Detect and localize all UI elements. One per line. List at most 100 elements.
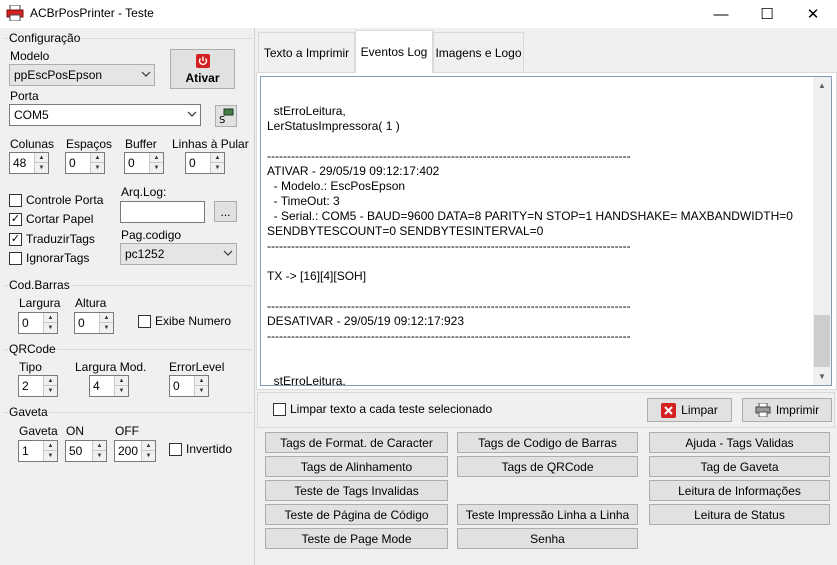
- pagcodigo-select[interactable]: pc1252: [120, 243, 237, 265]
- spin-up-icon[interactable]: ▲: [142, 441, 155, 451]
- porta-select[interactable]: COM5: [9, 104, 201, 126]
- tab-texto-imprimir[interactable]: Texto a Imprimir: [258, 32, 355, 72]
- colunas-spin[interactable]: 48 ▲ ▼: [9, 152, 49, 174]
- spin-up-icon[interactable]: ▲: [93, 441, 106, 451]
- spin-down-icon[interactable]: ▼: [93, 451, 106, 461]
- svg-text:S: S: [219, 115, 225, 124]
- spin-down-icon[interactable]: ▼: [150, 163, 163, 173]
- tags-alinhamento-button[interactable]: Tags de Alinhamento: [265, 456, 448, 477]
- ativar-button[interactable]: Ativar: [170, 49, 235, 89]
- teste-tags-invalidas-button[interactable]: Teste de Tags Invalidas: [265, 480, 448, 501]
- spin-down-icon[interactable]: ▼: [44, 323, 57, 333]
- limpar-cada-checkbox[interactable]: Limpar texto a cada teste selecionado: [273, 402, 492, 416]
- teste-page-mode-button[interactable]: Teste de Page Mode: [265, 528, 448, 549]
- tipo-label: Tipo: [19, 360, 42, 374]
- ajuda-tags-validas-button[interactable]: Ajuda - Tags Validas: [649, 432, 830, 453]
- spin-up-icon[interactable]: ▲: [211, 153, 224, 163]
- ignorar-tags-checkbox[interactable]: IgnorarTags: [9, 251, 89, 265]
- spin-down-icon[interactable]: ▼: [35, 163, 48, 173]
- leitura-status-button[interactable]: Leitura de Status: [649, 504, 830, 525]
- tab-imagens-logo[interactable]: Imagens e Logo: [433, 32, 524, 72]
- spin-down-icon[interactable]: ▼: [100, 323, 113, 333]
- scroll-up-icon[interactable]: ▲: [813, 77, 831, 94]
- error-level-spin[interactable]: 0 ▲ ▼: [169, 375, 209, 397]
- cortar-papel-checkbox[interactable]: ✓ Cortar Papel: [9, 212, 93, 226]
- minimize-button[interactable]: —: [698, 0, 744, 28]
- serial-config-button[interactable]: S: [215, 105, 237, 127]
- tags-format-caracter-button[interactable]: Tags de Format. de Caracter: [265, 432, 448, 453]
- log-scrollbar[interactable]: ▲ ▼: [813, 77, 831, 385]
- leitura-informacoes-button[interactable]: Leitura de Informações: [649, 480, 830, 501]
- tag-gaveta-button[interactable]: Tag de Gaveta: [649, 456, 830, 477]
- checkbox-box[interactable]: [9, 193, 22, 207]
- gaveta-spin[interactable]: 1 ▲ ▼: [18, 440, 58, 462]
- spin-up-icon[interactable]: ▲: [150, 153, 163, 163]
- exibe-numero-label: Exibe Numero: [155, 314, 232, 328]
- spin-down-icon[interactable]: ▼: [91, 163, 104, 173]
- config-group-label: Configuração: [8, 31, 82, 45]
- spin-down-icon[interactable]: ▼: [115, 386, 128, 396]
- checkbox-box[interactable]: [138, 314, 151, 328]
- checkbox-box[interactable]: ✓: [9, 212, 22, 226]
- spin-down-icon[interactable]: ▼: [195, 386, 208, 396]
- spin-up-icon[interactable]: ▲: [44, 376, 57, 386]
- checkbox-box[interactable]: [169, 442, 182, 456]
- altura-spin[interactable]: 0 ▲ ▼: [74, 312, 114, 334]
- spin-down-icon[interactable]: ▼: [44, 451, 57, 461]
- espacos-value: 0: [69, 156, 76, 170]
- spin-up-icon[interactable]: ▲: [195, 376, 208, 386]
- limpar-button[interactable]: Limpar: [647, 398, 732, 422]
- close-button[interactable]: ✕: [790, 0, 836, 28]
- buffer-label: Buffer: [125, 137, 157, 151]
- spin-up-icon[interactable]: ▲: [44, 441, 57, 451]
- maximize-icon: ☐: [760, 6, 774, 23]
- buffer-spin[interactable]: 0 ▲ ▼: [124, 152, 164, 174]
- limpar-cada-label: Limpar texto a cada teste selecionado: [290, 402, 493, 416]
- imprimir-button[interactable]: Imprimir: [742, 398, 832, 422]
- tags-qrcode-button[interactable]: Tags de QRCode: [457, 456, 638, 477]
- tags-codigo-barras-button[interactable]: Tags de Codigo de Barras: [457, 432, 638, 453]
- tab-label: Texto a Imprimir: [263, 45, 350, 60]
- traduzir-tags-checkbox[interactable]: ✓ TraduzirTags: [9, 232, 95, 246]
- invertido-checkbox[interactable]: Invertido: [169, 442, 232, 456]
- linhas-label: Linhas à Pular: [172, 137, 249, 151]
- spin-down-icon[interactable]: ▼: [44, 386, 57, 396]
- spin-up-icon[interactable]: ▲: [35, 153, 48, 163]
- senha-button[interactable]: Senha: [457, 528, 638, 549]
- maximize-button[interactable]: ☐: [744, 0, 790, 28]
- log-textarea[interactable]: stErroLeitura, LerStatusImpressora( 1 ) …: [260, 76, 832, 386]
- spin-up-icon[interactable]: ▲: [44, 313, 57, 323]
- espacos-spin[interactable]: 0 ▲ ▼: [65, 152, 105, 174]
- controle-porta-checkbox[interactable]: Controle Porta: [9, 193, 103, 207]
- off-label: OFF: [115, 424, 139, 438]
- scroll-thumb[interactable]: [814, 315, 830, 367]
- exibe-numero-checkbox[interactable]: Exibe Numero: [138, 314, 231, 328]
- browse-button[interactable]: ...: [214, 201, 237, 222]
- gaveta-label: Gaveta: [19, 424, 58, 438]
- checkmark-icon: ✓: [10, 212, 21, 225]
- teste-impressao-linha-button[interactable]: Teste Impressão Linha a Linha: [457, 504, 638, 525]
- largura-spin[interactable]: 0 ▲ ▼: [18, 312, 58, 334]
- arqlog-input[interactable]: [120, 201, 205, 223]
- on-value: 50: [69, 444, 83, 458]
- tab-eventos-log[interactable]: Eventos Log: [355, 30, 433, 73]
- close-icon: ✕: [806, 6, 820, 23]
- tipo-spin[interactable]: 2 ▲ ▼: [18, 375, 58, 397]
- checkbox-box[interactable]: [9, 251, 22, 265]
- off-spin[interactable]: 200 ▲ ▼: [114, 440, 156, 462]
- modelo-select[interactable]: ppEscPosEpson: [9, 64, 155, 86]
- spin-down-icon[interactable]: ▼: [211, 163, 224, 173]
- linhas-spin[interactable]: 0 ▲ ▼: [185, 152, 225, 174]
- spin-down-icon[interactable]: ▼: [142, 451, 155, 461]
- teste-pagina-codigo-button[interactable]: Teste de Página de Código: [265, 504, 448, 525]
- checkbox-box[interactable]: ✓: [9, 232, 22, 246]
- on-spin[interactable]: 50 ▲ ▼: [65, 440, 107, 462]
- largura-mod-spin[interactable]: 4 ▲ ▼: [89, 375, 129, 397]
- checkbox-box[interactable]: [273, 402, 286, 416]
- minimize-icon: —: [713, 5, 729, 23]
- spin-up-icon[interactable]: ▲: [100, 313, 113, 323]
- spin-up-icon[interactable]: ▲: [91, 153, 104, 163]
- spin-up-icon[interactable]: ▲: [115, 376, 128, 386]
- modelo-value: ppEscPosEpson: [14, 68, 103, 82]
- scroll-down-icon[interactable]: ▼: [813, 368, 831, 385]
